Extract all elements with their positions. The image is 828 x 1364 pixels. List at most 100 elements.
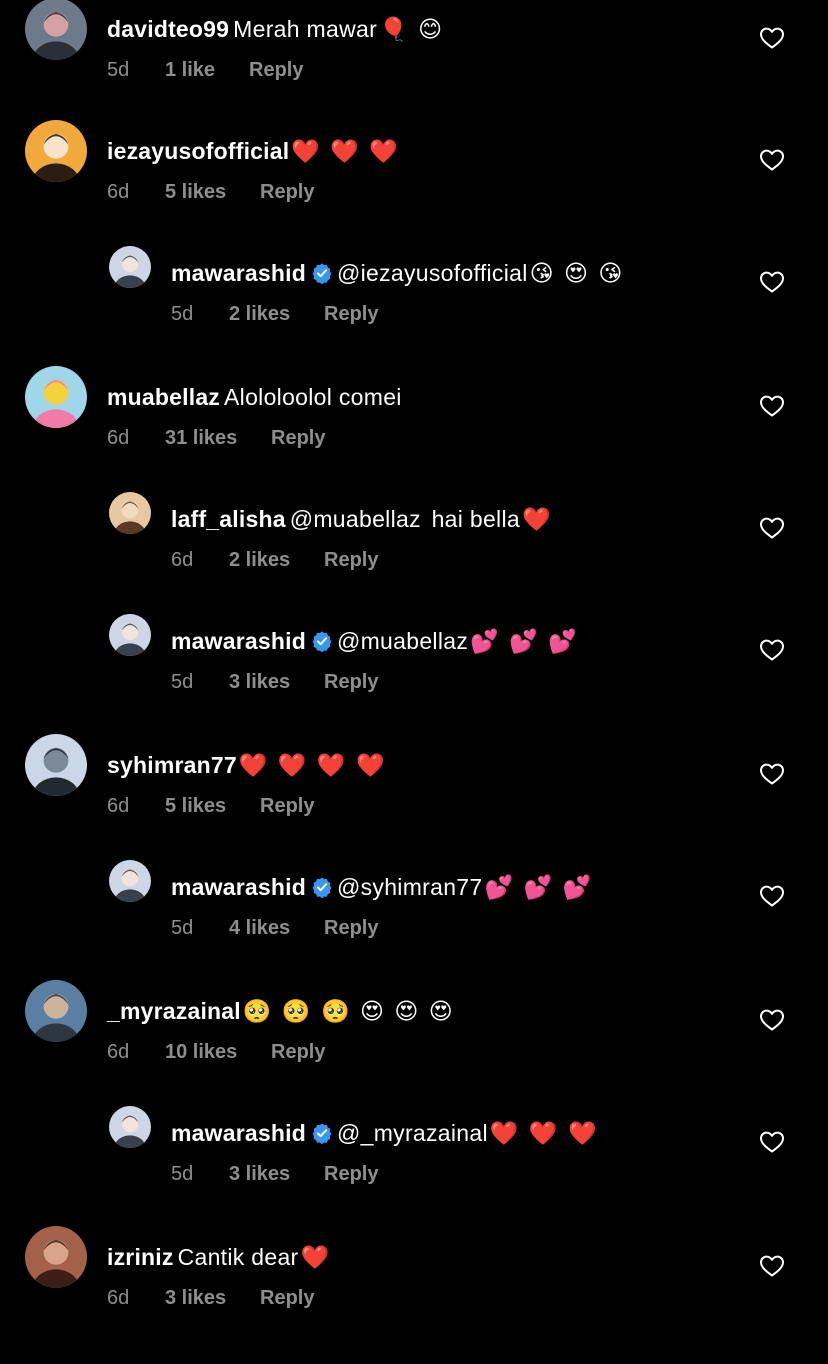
avatar-image	[25, 0, 87, 60]
comment-time: 5d	[171, 303, 194, 325]
comment-emoji: 💕 💕 💕	[470, 628, 579, 654]
verified-badge-icon	[311, 630, 333, 652]
mention-link[interactable]: @syhimran77	[337, 874, 483, 900]
comment-time: 6d	[171, 549, 194, 571]
like-button[interactable]	[759, 1008, 785, 1032]
reply-button[interactable]: Reply	[260, 1285, 314, 1311]
comment-time: 5d	[107, 59, 130, 81]
heart-outline-icon	[760, 885, 784, 907]
username-link[interactable]: mawarashid	[171, 260, 306, 286]
likes-count[interactable]: 2 likes	[229, 547, 290, 573]
username-link[interactable]: mawarashid	[171, 628, 306, 654]
reply-button[interactable]: Reply	[249, 57, 303, 83]
like-button[interactable]	[759, 394, 785, 418]
like-button[interactable]	[759, 270, 785, 294]
reply-button[interactable]: Reply	[324, 669, 378, 695]
likes-count[interactable]: 2 likes	[229, 301, 290, 327]
heart-outline-icon	[760, 1009, 784, 1031]
avatar[interactable]	[109, 1106, 151, 1148]
verified-badge-icon	[311, 1122, 333, 1144]
username-link[interactable]: davidteo99	[107, 16, 229, 42]
likes-count[interactable]: 1 like	[165, 57, 215, 83]
mention-link[interactable]: @_myrazainal	[337, 1120, 488, 1146]
username-link[interactable]: syhimran77	[107, 752, 237, 778]
avatar[interactable]	[25, 366, 87, 428]
likes-count[interactable]: 5 likes	[165, 179, 226, 205]
avatar-image	[25, 734, 87, 796]
username-link[interactable]: laff_alisha	[171, 506, 286, 532]
avatar[interactable]	[109, 860, 151, 902]
comment-line: mawarashid @syhimran77💕 💕 💕	[171, 872, 593, 902]
comment-emoji: ❤️	[521, 506, 553, 532]
comment-text: Cantik dear	[177, 1244, 299, 1270]
comment-emoji: ❤️ ❤️ ❤️ ❤️	[238, 752, 387, 778]
username-link[interactable]: mawarashid	[171, 1120, 306, 1146]
avatar[interactable]	[109, 246, 151, 288]
comment-line: mawarashid @_myrazainal❤️ ❤️ ❤️	[171, 1118, 599, 1148]
reply-button[interactable]: Reply	[324, 1161, 378, 1187]
username-link[interactable]: iezayusofofficial	[107, 138, 289, 164]
comment-time: 6d	[107, 795, 130, 817]
reply-button[interactable]: Reply	[324, 547, 378, 573]
heart-outline-icon	[760, 149, 784, 171]
likes-count[interactable]: 3 likes	[229, 669, 290, 695]
comment-time: 5d	[171, 917, 194, 939]
comments-list: davidteo99 Merah mawar🎈 😊 5d 1 like Reply…	[0, 0, 828, 1316]
heart-outline-icon	[760, 639, 784, 661]
avatar-image	[109, 246, 151, 288]
like-button[interactable]	[759, 638, 785, 662]
like-button[interactable]	[759, 884, 785, 908]
avatar-image	[25, 366, 87, 428]
likes-count[interactable]: 10 likes	[165, 1039, 237, 1065]
comment: iezayusofofficial❤️ ❤️ ❤️ 6d 5 likes Rep…	[0, 120, 828, 258]
username-link[interactable]: mawarashid	[171, 874, 306, 900]
heart-outline-icon	[760, 763, 784, 785]
heart-outline-icon	[760, 27, 784, 49]
avatar[interactable]	[25, 1226, 87, 1288]
likes-count[interactable]: 31 likes	[165, 425, 237, 451]
like-button[interactable]	[759, 1254, 785, 1278]
likes-count[interactable]: 4 likes	[229, 915, 290, 941]
avatar[interactable]	[109, 614, 151, 656]
like-button[interactable]	[759, 762, 785, 786]
comment-emoji: 😘 😍 😘	[529, 260, 625, 286]
comment-time: 6d	[107, 1041, 130, 1063]
reply-button[interactable]: Reply	[271, 1039, 325, 1065]
username-link[interactable]: _myrazainal	[107, 998, 241, 1024]
avatar[interactable]	[25, 734, 87, 796]
comment-emoji: 🥺 🥺 🥺 😍 😍 😍	[242, 998, 455, 1024]
likes-count[interactable]: 3 likes	[165, 1285, 226, 1311]
mention-link[interactable]: @iezayusofofficial	[337, 260, 528, 286]
likes-count[interactable]: 5 likes	[165, 793, 226, 819]
avatar-image	[25, 120, 87, 182]
username-link[interactable]: izriniz	[107, 1244, 174, 1270]
reply-button[interactable]: Reply	[260, 793, 314, 819]
likes-count[interactable]: 3 likes	[229, 1161, 290, 1187]
comment-line: iezayusofofficial❤️ ❤️ ❤️	[107, 136, 400, 166]
like-button[interactable]	[759, 26, 785, 50]
avatar[interactable]	[25, 0, 87, 60]
comment-time: 6d	[107, 427, 130, 449]
comment-text: hai bella	[424, 506, 520, 532]
avatar-image	[109, 614, 151, 656]
comment-emoji: 🎈 😊	[379, 16, 445, 42]
avatar[interactable]	[25, 980, 87, 1042]
reply-button[interactable]: Reply	[260, 179, 314, 205]
reply-button[interactable]: Reply	[324, 915, 378, 941]
reply-comment: mawarashid @syhimran77💕 💕 💕 5d 4 likes Re…	[0, 860, 828, 994]
avatar[interactable]	[109, 492, 151, 534]
like-button[interactable]	[759, 148, 785, 172]
comment-line: _myrazainal🥺 🥺 🥺 😍 😍 😍	[107, 996, 455, 1026]
reply-comment: laff_alisha @muabellaz hai bella❤️ 6d 2 l…	[0, 492, 828, 626]
reply-comment: mawarashid @_myrazainal❤️ ❤️ ❤️ 5d 3 like…	[0, 1106, 828, 1240]
mention-link[interactable]: @muabellaz	[290, 506, 421, 532]
avatar[interactable]	[25, 120, 87, 182]
like-button[interactable]	[759, 516, 785, 540]
reply-button[interactable]: Reply	[271, 425, 325, 451]
username-link[interactable]: muabellaz	[107, 384, 220, 410]
comment-text: Merah mawar	[233, 16, 378, 42]
comment: izriniz Cantik dear❤️ 6d 3 likes Reply	[0, 1226, 828, 1364]
mention-link[interactable]: @muabellaz	[337, 628, 468, 654]
reply-button[interactable]: Reply	[324, 301, 378, 327]
like-button[interactable]	[759, 1130, 785, 1154]
